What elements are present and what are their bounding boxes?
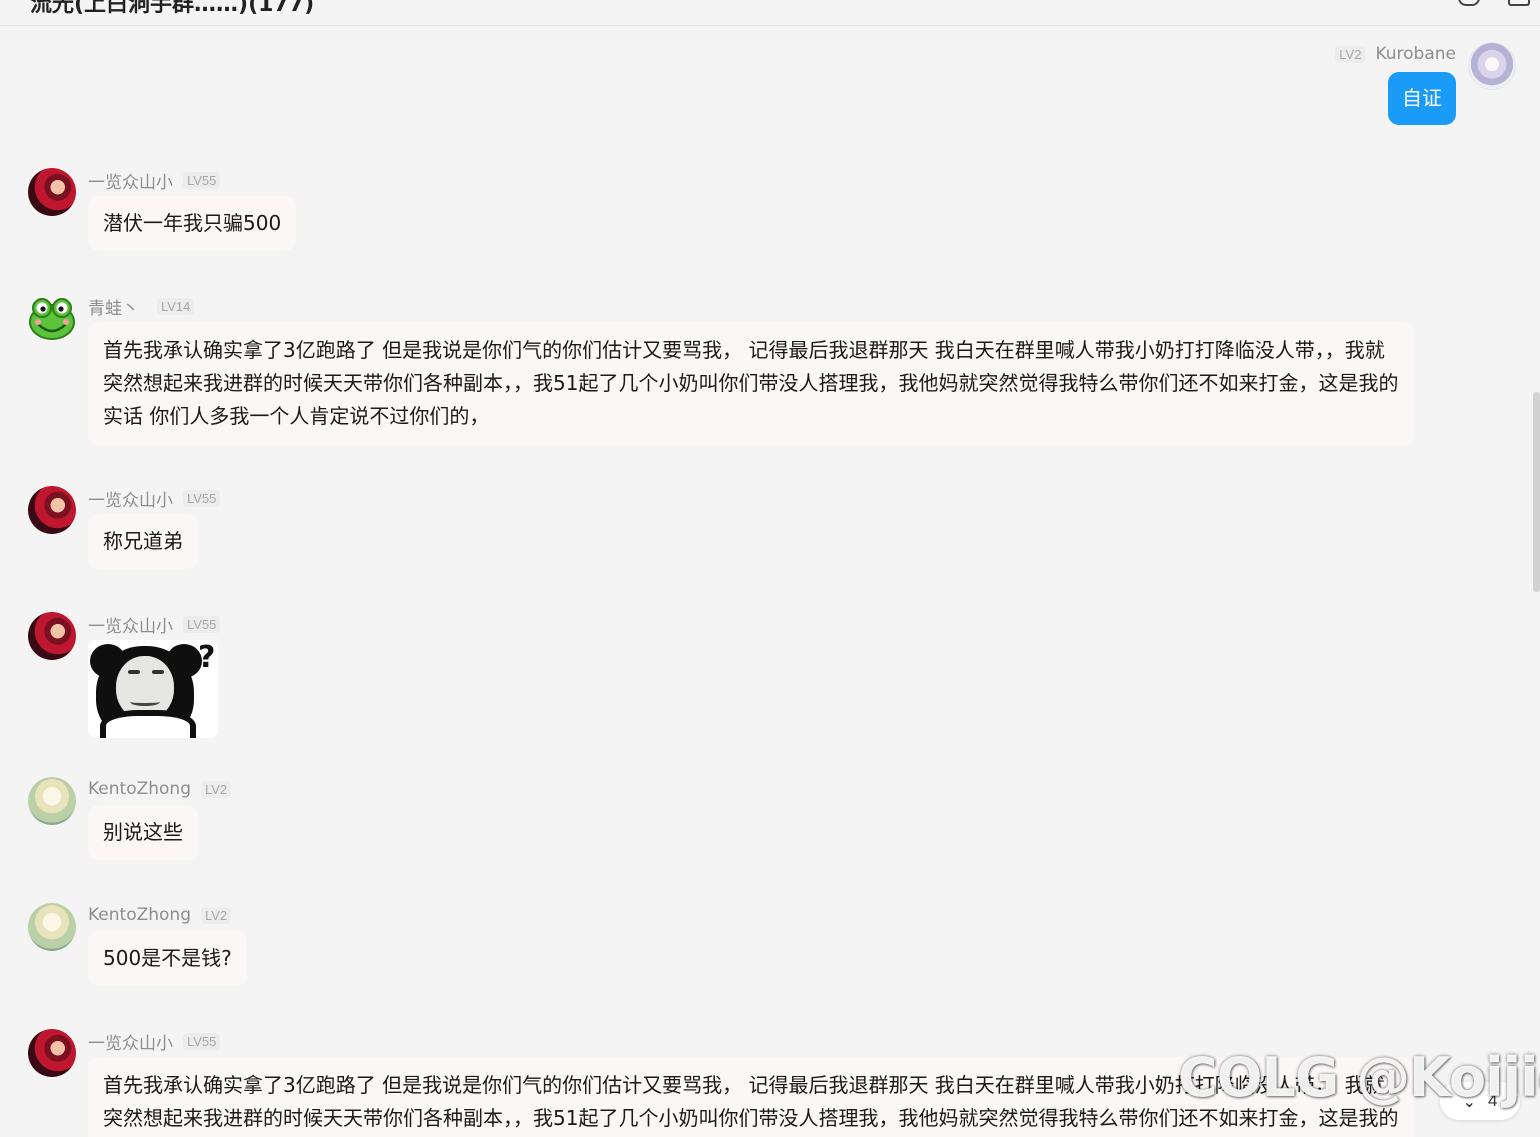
level-badge: LV55 (183, 615, 221, 633)
sender-name[interactable]: 一览众山小 (88, 1029, 173, 1054)
avatar[interactable] (28, 903, 76, 951)
level-badge: LV14 (157, 297, 195, 315)
panda-question-sticker[interactable]: ? (88, 640, 218, 738)
sender-name[interactable]: KentoZhong (88, 779, 191, 799)
avatar[interactable] (28, 168, 76, 216)
message-meta: 一览众山小 LV55 (88, 1029, 221, 1054)
avatar[interactable] (28, 1029, 76, 1077)
message-bubble[interactable]: 自证 (1388, 72, 1456, 125)
self-message: LV2 Kurobane 自证 (1016, 42, 1516, 142)
avatar[interactable] (28, 777, 76, 825)
message-bubble[interactable]: 别说这些 (88, 805, 198, 860)
more-options-icon[interactable] (1508, 0, 1530, 6)
message-meta: 一览众山小 LV55 (88, 168, 221, 193)
avatar[interactable] (28, 612, 76, 660)
question-mark: ? (198, 640, 216, 675)
scrollbar[interactable] (1533, 392, 1540, 592)
level-badge: LV2 (1335, 45, 1366, 63)
level-badge: LV55 (183, 489, 221, 507)
sender-name[interactable]: 一览众山小 (88, 486, 173, 511)
message-meta: KentoZhong LV2 (88, 903, 232, 927)
message-bubble[interactable]: 潜伏一年我只骗500 (88, 196, 297, 251)
message-meta: 一览众山小 LV55 (88, 486, 221, 511)
watermark: COLG @Koijio (1178, 1046, 1540, 1109)
phone-icon[interactable] (1458, 0, 1480, 6)
message-bubble[interactable]: 首先我承认确实拿了3亿跑路了 但是我说是你们气的你们估计又要骂我， 记得最后我退… (88, 322, 1414, 445)
level-badge: LV2 (201, 780, 232, 798)
chat-title: 流光(上白洞手群……)(177) (30, 0, 315, 17)
message-meta: KentoZhong LV2 (88, 777, 232, 801)
message-bubble[interactable]: 500是不是钱? (88, 931, 247, 986)
sender-name[interactable]: KentoZhong (88, 905, 191, 925)
message-meta: 青蛙丶 LV14 (88, 294, 195, 319)
sender-name[interactable]: 一览众山小 (88, 168, 173, 193)
sender-name[interactable]: 青蛙丶 (88, 294, 139, 319)
sender-name[interactable]: Kurobane (1375, 44, 1456, 64)
frog-avatar-icon (29, 298, 75, 340)
level-badge: LV55 (183, 171, 221, 189)
sender-name[interactable]: 一览众山小 (88, 612, 173, 637)
message-meta: LV2 Kurobane (1335, 42, 1456, 66)
chat-header: 流光(上白洞手群……)(177) (0, 0, 1540, 26)
avatar[interactable] (1468, 42, 1516, 90)
avatar[interactable] (28, 294, 76, 342)
message-meta: 一览众山小 LV55 (88, 612, 221, 637)
avatar[interactable] (28, 486, 76, 534)
level-badge: LV55 (183, 1032, 221, 1050)
level-badge: LV2 (201, 906, 232, 924)
message-bubble[interactable]: 称兄道弟 (88, 514, 198, 569)
